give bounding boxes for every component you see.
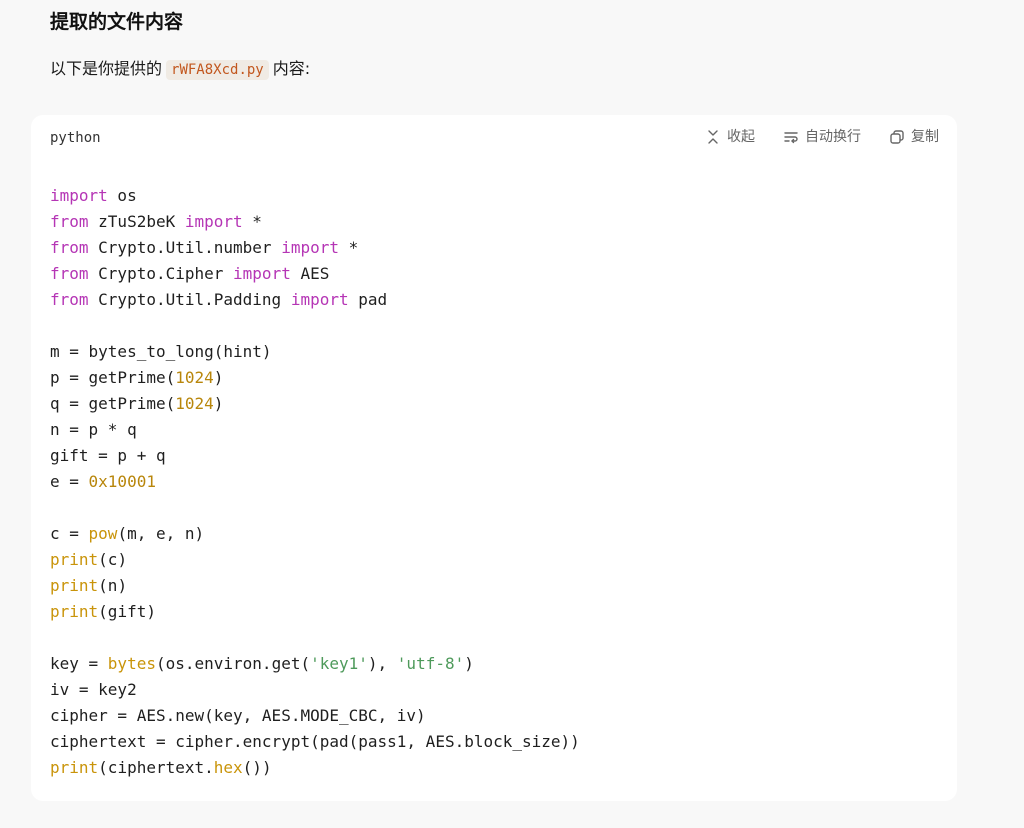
code-token-kw: from bbox=[50, 290, 89, 309]
code-token-fn: hex bbox=[213, 758, 243, 777]
code-token-kw: from bbox=[50, 238, 89, 257]
code-token-fn: print bbox=[50, 576, 99, 595]
code-line: cipher = AES.new(key, AES.MODE_CBC, iv) bbox=[50, 703, 580, 729]
code-language-label: python bbox=[50, 130, 101, 146]
code-token-plain: ) bbox=[464, 654, 474, 673]
code-line: ciphertext = cipher.encrypt(pad(pass1, A… bbox=[50, 729, 580, 755]
collapse-button[interactable]: 收起 bbox=[705, 127, 755, 147]
code-token-plain: pad bbox=[348, 290, 388, 309]
code-line: q = getPrime(1024) bbox=[50, 391, 580, 417]
code-line: from zTuS2beK import * bbox=[50, 209, 580, 235]
code-token-kw: import bbox=[290, 290, 349, 309]
code-token-fn: print bbox=[50, 550, 99, 569]
code-line: print(n) bbox=[50, 573, 580, 599]
code-token-plain: ()) bbox=[242, 758, 272, 777]
copy-button[interactable]: 复制 bbox=[889, 127, 939, 147]
code-line: c = pow(m, e, n) bbox=[50, 521, 580, 547]
code-token-plain: q = getPrime( bbox=[50, 394, 176, 413]
code-token-kw: from bbox=[50, 212, 89, 231]
code-token-num: 1024 bbox=[175, 394, 214, 413]
code-token-plain: ) bbox=[213, 394, 224, 413]
code-token-plain: * bbox=[338, 238, 359, 257]
code-header: python 收起 自动换行 复制 bbox=[31, 115, 957, 161]
code-token-plain: Crypto.Util.Padding bbox=[88, 290, 291, 309]
code-token-kw: import bbox=[184, 212, 243, 231]
code-line: import os bbox=[50, 183, 580, 209]
code-line: print(gift) bbox=[50, 599, 580, 625]
collapse-icon bbox=[705, 129, 721, 145]
code-line: key = bytes(os.environ.get('key1'), 'utf… bbox=[50, 651, 580, 677]
code-token-plain: p = getPrime( bbox=[50, 368, 176, 387]
code-token-plain: (n) bbox=[98, 576, 128, 595]
code-token-plain: Crypto.Cipher bbox=[88, 264, 234, 283]
copy-icon bbox=[889, 129, 905, 145]
intro-after: 内容: bbox=[272, 59, 311, 78]
code-token-num: 0x10001 bbox=[88, 472, 156, 491]
code-token-kw: import bbox=[281, 238, 339, 257]
code-token-kw: from bbox=[50, 264, 89, 283]
code-token-plain: c = bbox=[50, 524, 89, 543]
code-token-fn: pow bbox=[88, 524, 118, 543]
code-actions: 收起 自动换行 复制 bbox=[705, 127, 939, 147]
code-token-plain: os bbox=[107, 186, 137, 205]
code-token-fn: print bbox=[50, 602, 99, 621]
wrap-button[interactable]: 自动换行 bbox=[783, 127, 861, 147]
code-token-plain: AES bbox=[290, 264, 330, 283]
code-line: from Crypto.Util.Padding import pad bbox=[50, 287, 580, 313]
intro-before: 以下是你提供的 bbox=[50, 59, 163, 78]
code-block: python 收起 自动换行 复制 import os from zTuS2be… bbox=[31, 115, 957, 801]
section-heading: 提取的文件内容 bbox=[50, 11, 184, 33]
code-line: m = bytes_to_long(hint) bbox=[50, 339, 580, 365]
code-line: gift = p + q bbox=[50, 443, 580, 469]
code-token-fn: print bbox=[50, 758, 99, 777]
code-token-plain: n = p * q bbox=[50, 420, 137, 439]
code-token-plain: (os.environ.get( bbox=[155, 654, 311, 673]
code-line: e = 0x10001 bbox=[50, 469, 580, 495]
copy-label: 复制 bbox=[911, 129, 939, 145]
code-line: print(ciphertext.hex()) bbox=[50, 755, 580, 781]
code-token-plain: (gift) bbox=[98, 602, 156, 621]
code-token-str: 'utf-8' bbox=[396, 654, 465, 673]
code-token-plain: zTuS2beK bbox=[88, 212, 185, 231]
code-token-plain: gift = p + q bbox=[50, 446, 166, 465]
code-line: print(c) bbox=[50, 547, 580, 573]
code-line: n = p * q bbox=[50, 417, 580, 443]
code-token-plain: iv = key2 bbox=[50, 680, 137, 699]
code-token-plain: cipher = AES.new(key, AES.MODE_CBC, iv) bbox=[50, 706, 426, 725]
code-token-kw: import bbox=[50, 186, 108, 205]
code-token-plain: (c) bbox=[98, 550, 128, 569]
code-content: import os from zTuS2beK import * from Cryp… bbox=[50, 183, 580, 781]
filename-inline-code: rWFA8Xcd.py bbox=[166, 60, 269, 80]
code-token-fn: bytes bbox=[107, 654, 156, 673]
code-line: from Crypto.Cipher import AES bbox=[50, 261, 580, 287]
wrap-label: 自动换行 bbox=[805, 129, 861, 145]
code-line: from Crypto.Util.number import * bbox=[50, 235, 580, 261]
code-token-str: 'key1' bbox=[310, 654, 368, 673]
code-token-plain: m = bytes_to_long(hint) bbox=[50, 342, 272, 361]
code-token-plain: key = bbox=[50, 654, 108, 673]
wrap-icon bbox=[783, 129, 799, 145]
code-line: iv = key2 bbox=[50, 677, 580, 703]
code-token-plain: Crypto.Util.number bbox=[88, 238, 282, 257]
code-token-plain: (ciphertext. bbox=[98, 758, 214, 777]
code-token-plain: ), bbox=[367, 654, 397, 673]
code-token-plain: * bbox=[242, 212, 262, 231]
code-line: p = getPrime(1024) bbox=[50, 365, 580, 391]
code-token-kw: import bbox=[233, 264, 291, 283]
code-token-plain: ) bbox=[213, 368, 224, 387]
code-token-plain: e = bbox=[50, 472, 89, 491]
intro-text: 以下是你提供的 rWFA8Xcd.py 内容: bbox=[50, 56, 310, 83]
code-token-plain: ciphertext = cipher.encrypt(pad(pass1, A… bbox=[50, 732, 580, 751]
code-token-num: 1024 bbox=[175, 368, 214, 387]
collapse-label: 收起 bbox=[727, 129, 755, 145]
code-token-plain: (m, e, n) bbox=[117, 524, 205, 543]
